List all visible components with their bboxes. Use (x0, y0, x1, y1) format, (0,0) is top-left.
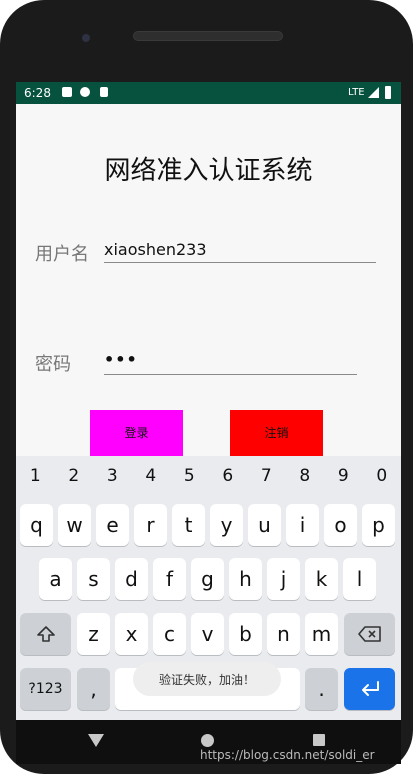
shift-key[interactable] (20, 613, 71, 655)
cancel-button[interactable]: 注销 (230, 410, 323, 456)
login-button[interactable]: 登录 (90, 410, 183, 456)
status-time: 6:28 (24, 86, 51, 100)
key-l[interactable]: l (343, 558, 376, 600)
password-input[interactable]: ••• (104, 350, 357, 375)
watermark-text: https://blog.csdn.net/soldi_er (200, 748, 375, 762)
key-x[interactable]: x (115, 613, 148, 655)
key-g[interactable]: g (191, 558, 224, 600)
key-h[interactable]: h (229, 558, 262, 600)
key-6[interactable]: 6 (222, 466, 233, 490)
key-o[interactable]: o (324, 504, 357, 546)
symbols-key[interactable]: ?123 (20, 668, 71, 710)
key-p[interactable]: p (362, 504, 395, 546)
key-3[interactable]: 3 (107, 466, 118, 490)
notification-a-icon (62, 87, 72, 97)
backspace-icon (357, 626, 381, 642)
key-b[interactable]: b (229, 613, 262, 655)
status-bar: 6:28 LTE (16, 82, 401, 104)
key-t[interactable]: t (172, 504, 205, 546)
key-1[interactable]: 1 (30, 466, 41, 490)
signal-icon (368, 87, 379, 98)
key-9[interactable]: 9 (338, 466, 349, 490)
key-z[interactable]: z (77, 613, 110, 655)
key-j[interactable]: j (267, 558, 300, 600)
home-icon[interactable] (201, 734, 214, 747)
key-k[interactable]: k (305, 558, 338, 600)
back-icon[interactable] (88, 734, 104, 747)
key-i[interactable]: i (286, 504, 319, 546)
shift-icon (36, 626, 55, 642)
username-input[interactable]: xiaoshen233 (104, 240, 376, 263)
enter-key[interactable] (344, 668, 395, 710)
key-w[interactable]: w (58, 504, 91, 546)
key-5[interactable]: 5 (184, 466, 195, 490)
key-v[interactable]: v (191, 613, 224, 655)
soft-keyboard: 1 2 3 4 5 6 7 8 9 0 q w e r t y u i o p … (16, 456, 401, 720)
speaker-grille (133, 31, 283, 41)
battery-icon (385, 86, 391, 99)
key-2[interactable]: 2 (68, 466, 79, 490)
notification-sd-icon (100, 87, 108, 97)
recent-apps-icon[interactable] (313, 734, 325, 746)
digit-row: 1 2 3 4 5 6 7 8 9 0 (16, 466, 401, 490)
key-r[interactable]: r (134, 504, 167, 546)
key-m[interactable]: m (305, 613, 338, 655)
key-8[interactable]: 8 (299, 466, 310, 490)
key-f[interactable]: f (153, 558, 186, 600)
key-q[interactable]: q (20, 504, 53, 546)
username-label: 用户名 (35, 244, 89, 265)
password-label: 密码 (35, 354, 71, 375)
notification-b-icon (80, 87, 90, 97)
key-d[interactable]: d (115, 558, 148, 600)
network-type: LTE (348, 87, 365, 98)
key-a[interactable]: a (39, 558, 72, 600)
key-u[interactable]: u (248, 504, 281, 546)
key-7[interactable]: 7 (261, 466, 272, 490)
backspace-key[interactable] (344, 613, 395, 655)
camera-icon (82, 34, 90, 42)
phone-screen: 6:28 LTE 网络准入认证系统 用户名 xiaoshen233 密码 •••… (16, 82, 401, 720)
comma-key[interactable]: , (77, 668, 110, 710)
key-4[interactable]: 4 (145, 466, 156, 490)
key-y[interactable]: y (210, 504, 243, 546)
period-key[interactable]: . (305, 668, 338, 710)
enter-icon (361, 681, 379, 696)
key-n[interactable]: n (267, 613, 300, 655)
key-s[interactable]: s (77, 558, 110, 600)
key-0[interactable]: 0 (376, 466, 387, 490)
page-title: 网络准入认证系统 (104, 156, 313, 186)
toast-message: 验证失败，加油！ (133, 662, 281, 696)
key-e[interactable]: e (96, 504, 129, 546)
key-c[interactable]: c (153, 613, 186, 655)
